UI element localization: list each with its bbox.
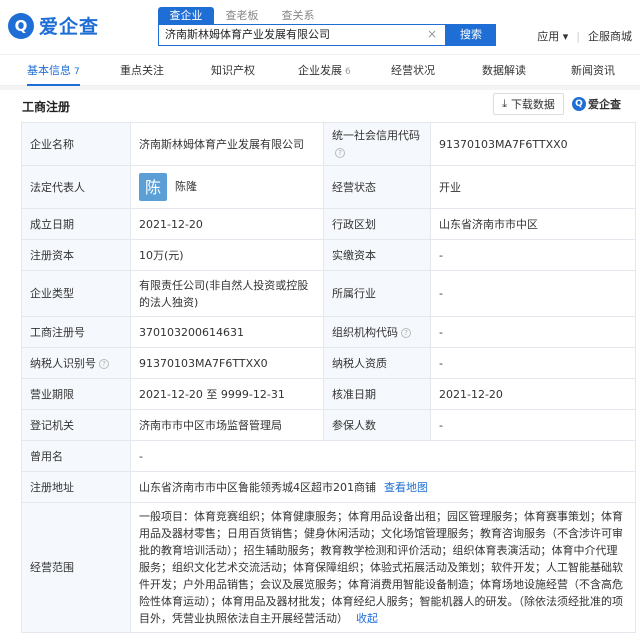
table-row: 成立日期 2021-12-20 行政区划 山东省济南市市中区 [21, 208, 636, 240]
table-row: 曾用名 - [21, 440, 636, 472]
search-tabs: 查企业 查老板 查关系 [158, 7, 326, 24]
table-row: 企业名称 济南斯林姆体育产业发展有限公司 统一社会信用代码? 91370103M… [21, 122, 636, 166]
field-label: 企业类型 [21, 270, 131, 317]
credit-code: 91370103MA7F6TTXX0 [430, 122, 636, 166]
section-nav: 基本信息 7 重点关注 知识产权 企业发展 6 经营状况 数据解读 新闻资讯 [0, 54, 640, 86]
field-label: 行政区划 [323, 208, 431, 240]
address-value: 山东省济南市市中区鲁能领秀城4区超市201商铺 [139, 480, 376, 494]
field-label: 营业期限 [21, 378, 131, 410]
authority-value: 济南市市中区市场监督管理局 [130, 409, 324, 441]
taxpayer-qual: - [430, 347, 636, 379]
search-input-value: 济南斯林姆体育产业发展有限公司 [165, 28, 330, 41]
registration-card: 工商注册 ⤓ 下载数据 Q 爱企查 企业名称 济南斯林姆体育产业发展有限公司 统… [0, 90, 640, 635]
mall-link[interactable]: 企服商城 [588, 28, 632, 44]
tab-key-focus[interactable]: 重点关注 [120, 55, 164, 86]
clear-icon[interactable]: × [427, 25, 437, 44]
former-name: - [130, 440, 636, 472]
org-code: - [430, 316, 636, 348]
field-label: 法定代表人 [21, 165, 131, 209]
paid-capital: - [430, 239, 636, 271]
reg-no: 370103200614631 [130, 316, 324, 348]
field-label: 纳税人资质 [323, 347, 431, 379]
field-label: 所属行业 [323, 270, 431, 317]
legal-rep-name[interactable]: 陈隆 [175, 180, 197, 193]
field-label: 注册地址 [21, 471, 131, 503]
search-tab-company[interactable]: 查企业 [158, 7, 214, 24]
table-row: 注册资本 10万(元) 实缴资本 - [21, 239, 636, 271]
status-value: 开业 [430, 165, 636, 209]
top-bar: Q 爱企查 查企业 查老板 查关系 济南斯林姆体育产业发展有限公司 × 搜索 应… [0, 0, 640, 54]
field-label: 成立日期 [21, 208, 131, 240]
tab-operations[interactable]: 经营状况 [391, 55, 435, 86]
approved-date: 2021-12-20 [430, 378, 636, 410]
field-label: 经营状态 [323, 165, 431, 209]
business-term: 2021-12-20 至 9999-12-31 [130, 378, 324, 410]
help-icon[interactable]: ? [401, 327, 411, 338]
field-label: 核准日期 [323, 378, 431, 410]
insured-value: - [430, 409, 636, 441]
table-row: 注册地址 山东省济南市市中区鲁能领秀城4区超市201商铺 查看地图 [21, 471, 636, 503]
tab-ip[interactable]: 知识产权 [211, 55, 255, 86]
reg-capital: 10万(元) [130, 239, 324, 271]
table-row: 企业类型 有限责任公司(非自然人投资或控股的法人独资) 所属行业 - [21, 270, 636, 317]
chevron-down-icon: ▾ [562, 30, 569, 43]
registration-table: 企业名称 济南斯林姆体育产业发展有限公司 统一社会信用代码? 91370103M… [21, 122, 636, 633]
company-type: 有限责任公司(非自然人投资或控股的法人独资) [130, 270, 324, 317]
apps-menu[interactable]: 应用 ▾ [537, 28, 568, 44]
field-label: 实缴资本 [323, 239, 431, 271]
table-row: 登记机关 济南市市中区市场监督管理局 参保人数 - [21, 409, 636, 441]
table-row: 营业期限 2021-12-20 至 9999-12-31 核准日期 2021-1… [21, 378, 636, 410]
district-value: 山东省济南市市中区 [430, 208, 636, 240]
logo-icon: Q [8, 12, 34, 39]
download-button[interactable]: ⤓ 下载数据 [493, 93, 564, 115]
section-title: 工商注册 [22, 100, 71, 114]
search-button[interactable]: 搜索 [446, 24, 496, 46]
tab-news[interactable]: 新闻资讯 [571, 55, 615, 86]
field-label: 组织机构代码? [323, 316, 431, 348]
logo-text: 爱企查 [39, 16, 100, 38]
search-input[interactable]: 济南斯林姆体育产业发展有限公司 × [158, 24, 446, 46]
help-icon[interactable]: ? [99, 358, 109, 369]
table-row: 经营范围 一般项目：体育竞赛组织；体育健康服务；体育用品设备出租；园区管理服务；… [21, 502, 636, 633]
collapse-link[interactable]: 收起 [356, 612, 378, 625]
help-icon[interactable]: ? [335, 148, 345, 158]
tab-development[interactable]: 企业发展 6 [298, 55, 351, 86]
tab-basic-info[interactable]: 基本信息 7 [27, 55, 80, 86]
field-label: 纳税人识别号? [21, 347, 131, 379]
field-label: 企业名称 [21, 122, 131, 166]
company-name: 济南斯林姆体育产业发展有限公司 [130, 122, 324, 166]
divider: | [576, 29, 580, 43]
tab-data-insight[interactable]: 数据解读 [482, 55, 526, 86]
search-tab-relation[interactable]: 查关系 [270, 7, 326, 24]
field-label: 曾用名 [21, 440, 131, 472]
table-row: 工商注册号 370103200614631 组织机构代码? - [21, 316, 636, 348]
table-row: 纳税人识别号? 91370103MA7F6TTXX0 纳税人资质 - [21, 347, 636, 379]
top-right-links: 应用 ▾ | 企服商城 [537, 28, 632, 44]
field-label: 登记机关 [21, 409, 131, 441]
logo[interactable]: Q 爱企查 [8, 12, 99, 39]
legal-rep: 陈陈隆 [130, 165, 324, 209]
field-label: 统一社会信用代码? [323, 122, 431, 166]
avatar[interactable]: 陈 [139, 173, 167, 201]
scope-cell: 一般项目：体育竞赛组织；体育健康服务；体育用品设备出租；园区管理服务；体育赛事策… [130, 502, 636, 633]
field-label: 注册资本 [21, 239, 131, 271]
table-row: 法定代表人 陈陈隆 经营状态 开业 [21, 165, 636, 209]
field-label: 工商注册号 [21, 316, 131, 348]
brand-icon: Q [572, 97, 586, 111]
field-label: 参保人数 [323, 409, 431, 441]
taxpayer-id: 91370103MA7F6TTXX0 [130, 347, 324, 379]
field-label: 经营范围 [21, 502, 131, 633]
search-tab-boss[interactable]: 查老板 [214, 7, 270, 24]
industry-value: - [430, 270, 636, 317]
address-cell: 山东省济南市市中区鲁能领秀城4区超市201商铺 查看地图 [130, 471, 636, 503]
founded-date: 2021-12-20 [130, 208, 324, 240]
view-map-link[interactable]: 查看地图 [384, 481, 428, 494]
download-icon: ⤓ [502, 97, 507, 110]
scope-value: 一般项目：体育竞赛组织；体育健康服务；体育用品设备出租；园区管理服务；体育赛事策… [139, 510, 623, 625]
brand-watermark: Q 爱企查 [572, 96, 621, 112]
